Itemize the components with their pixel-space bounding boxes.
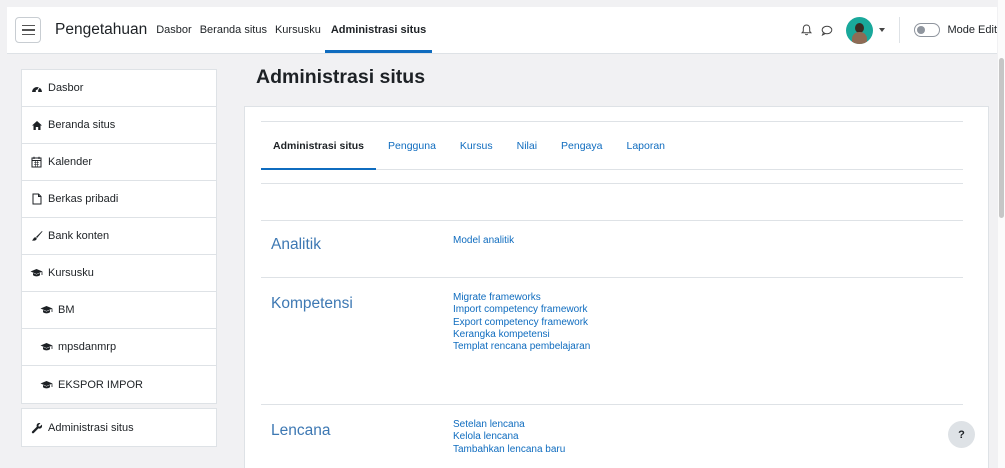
sidebar-item-label: Berkas pribadi: [48, 193, 119, 205]
user-avatar[interactable]: [846, 16, 874, 44]
sidebar-item-berkas-pribadi[interactable]: Berkas pribadi: [22, 181, 216, 218]
section-title: Kompetensi: [271, 295, 353, 312]
graduation-cap-icon: [30, 267, 43, 280]
tab-kursus[interactable]: Kursus: [448, 122, 505, 169]
navbar-divider: [899, 17, 901, 43]
nav-item-administrasi-situs[interactable]: Administrasi situs: [324, 7, 433, 53]
section-links: Migrate frameworks Import competency fra…: [453, 292, 590, 353]
section-title: Lencana: [271, 422, 331, 439]
sidebar-nav-list: Dasbor Beranda situs Kalender Berkas pri…: [21, 69, 217, 404]
brush-icon: [30, 230, 43, 243]
link-kerangka-kompetensi[interactable]: Kerangka kompetensi: [453, 329, 590, 341]
help-button[interactable]: ?: [948, 421, 975, 448]
sidebar-item-label: BM: [58, 304, 75, 316]
link-kelola-lencana[interactable]: Kelola lencana: [453, 431, 565, 443]
nav-item-dasbor[interactable]: Dasbor: [152, 7, 195, 53]
tab-panel-divider: [261, 183, 963, 184]
sidebar-item-label: EKSPOR IMPOR: [58, 378, 143, 391]
link-export-competency-framework[interactable]: Export competency framework: [453, 317, 590, 329]
section-analitik: Analitik Model analitik: [261, 220, 963, 277]
nav-item-kursusku[interactable]: Kursusku: [271, 7, 325, 53]
nav-item-beranda-situs[interactable]: Beranda situs: [196, 7, 271, 53]
sidebar-item-mpsdanmrp[interactable]: mpsdanmrp: [22, 329, 216, 366]
section-kompetensi: Kompetensi Migrate frameworks Import com…: [261, 277, 963, 404]
link-templat-rencana-pembelajaran[interactable]: Templat rencana pembelajaran: [453, 341, 590, 353]
sidebar: Dasbor Beranda situs Kalender Berkas pri…: [21, 69, 217, 447]
chat-icon[interactable]: [818, 21, 836, 39]
sidebar-item-label: Kursusku: [48, 267, 94, 279]
admin-card: Administrasi situs Pengguna Kursus Nilai…: [244, 106, 989, 468]
graduation-cap-icon: [40, 304, 53, 317]
site-brand[interactable]: Pengetahuan: [55, 21, 147, 39]
chevron-down-icon[interactable]: [879, 28, 886, 32]
sidebar-item-label: Administrasi situs: [48, 421, 134, 434]
home-icon: [30, 119, 43, 132]
tab-pengaya[interactable]: Pengaya: [549, 122, 614, 169]
sidebar-item-kursusku[interactable]: Kursusku: [22, 255, 216, 292]
link-import-competency-framework[interactable]: Import competency framework: [453, 304, 590, 316]
section-links: Model analitik: [453, 235, 514, 247]
section-links: Setelan lencana Kelola lencana Tambahkan…: [453, 419, 565, 456]
dashboard-icon: [30, 82, 43, 95]
wrench-icon: [30, 421, 43, 434]
admin-tabs: Administrasi situs Pengguna Kursus Nilai…: [261, 121, 963, 170]
link-model-analitik[interactable]: Model analitik: [453, 235, 514, 247]
tab-administrasi-situs[interactable]: Administrasi situs: [261, 122, 377, 170]
graduation-cap-icon: [40, 341, 53, 354]
page-title: Administrasi situs: [256, 66, 426, 88]
sidebar-item-beranda-situs[interactable]: Beranda situs: [22, 107, 216, 144]
tab-laporan[interactable]: Laporan: [614, 122, 677, 169]
sidebar-item-bank-konten[interactable]: Bank konten: [22, 218, 216, 255]
tab-pengguna[interactable]: Pengguna: [376, 122, 448, 169]
top-navbar: Pengetahuan Dasbor Beranda situs Kursusk…: [7, 7, 997, 54]
tab-nilai[interactable]: Nilai: [505, 122, 549, 169]
page-scrollbar[interactable]: [998, 0, 1005, 468]
sidebar-item-bm[interactable]: BM: [22, 292, 216, 329]
link-setelan-lencana[interactable]: Setelan lencana: [453, 419, 565, 431]
graduation-cap-icon: [40, 378, 53, 391]
hamburger-menu-button[interactable]: [15, 17, 41, 43]
sidebar-item-administrasi-situs[interactable]: Administrasi situs: [22, 409, 216, 446]
sidebar-item-label: mpsdanmrp: [58, 341, 117, 353]
file-icon: [30, 193, 43, 206]
sidebar-item-label: Dasbor: [48, 82, 84, 94]
sidebar-item-label: Beranda situs: [48, 119, 116, 131]
edit-mode-label: Mode Edit: [947, 24, 997, 36]
link-tambahkan-lencana-baru[interactable]: Tambahkan lencana baru: [453, 444, 565, 456]
edit-mode-toggle[interactable]: [914, 23, 941, 37]
bell-icon[interactable]: [797, 21, 815, 39]
sidebar-admin-list: Administrasi situs: [21, 408, 217, 447]
sidebar-item-kalender[interactable]: Kalender: [22, 144, 216, 181]
link-migrate-frameworks[interactable]: Migrate frameworks: [453, 292, 590, 304]
sidebar-item-dasbor[interactable]: Dasbor: [22, 70, 216, 107]
sidebar-item-ekspor-impor[interactable]: EKSPOR IMPOR: [22, 366, 216, 403]
scrollbar-thumb[interactable]: [999, 58, 1004, 218]
calendar-icon: [30, 156, 43, 169]
section-lencana: Lencana Setelan lencana Kelola lencana T…: [261, 404, 963, 468]
sidebar-item-label: Kalender: [48, 156, 93, 168]
sidebar-item-label: Bank konten: [48, 230, 110, 242]
section-title: Analitik: [271, 236, 321, 253]
